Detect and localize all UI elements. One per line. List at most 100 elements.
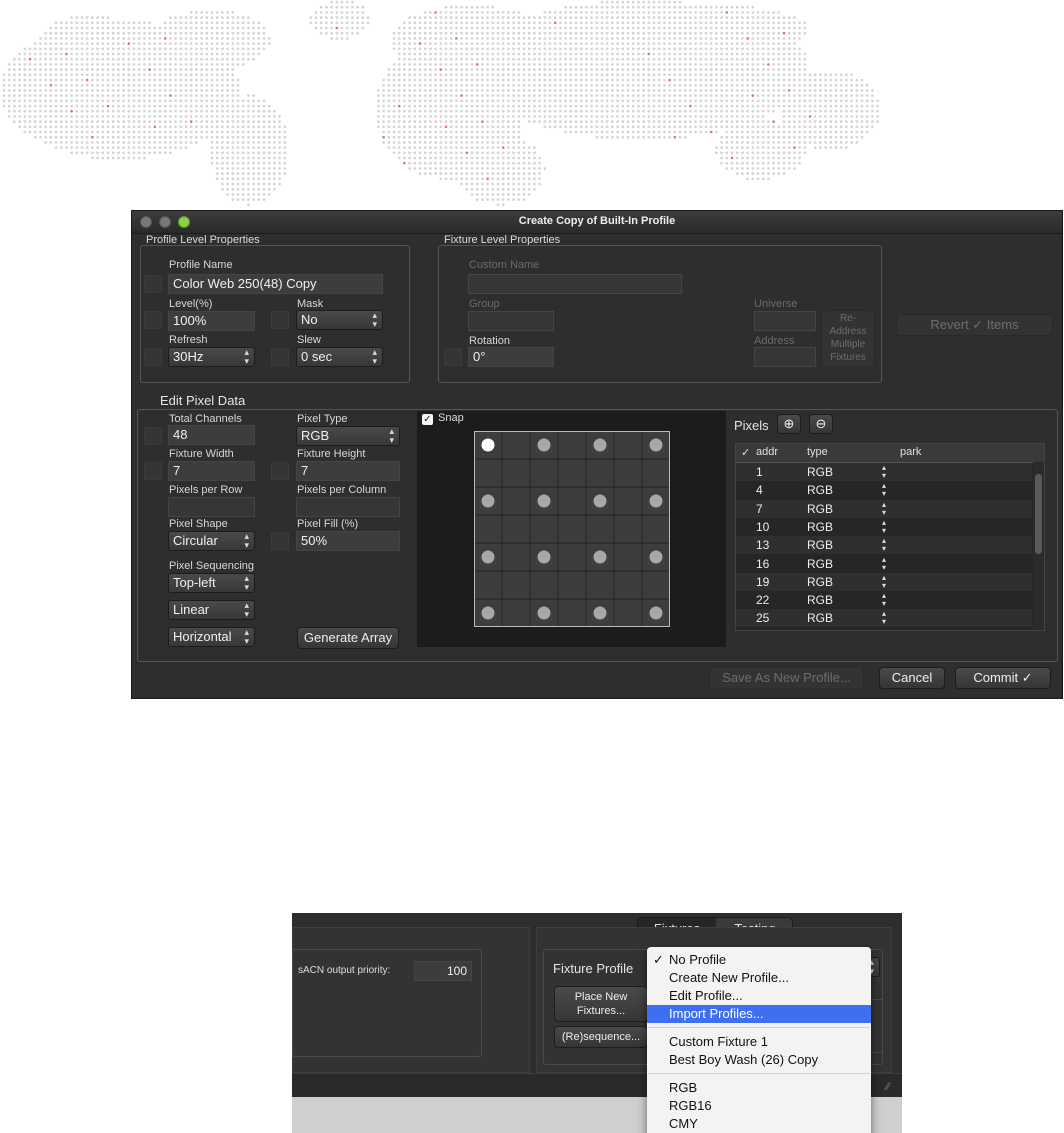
pixel-dot[interactable] <box>593 550 607 564</box>
address-field[interactable] <box>754 347 816 367</box>
scrollbar-thumb[interactable] <box>1035 474 1042 554</box>
menu-item[interactable]: RGB16 <box>647 1097 871 1115</box>
menu-item[interactable]: ✓ No Profile <box>647 951 871 969</box>
grid-cell[interactable] <box>613 458 643 488</box>
grid-cell[interactable] <box>529 458 559 488</box>
pixel-addr[interactable]: 10 <box>756 520 769 534</box>
grid-cell[interactable] <box>641 570 670 600</box>
pixel-addr[interactable]: 25 <box>756 611 769 625</box>
pixel-type[interactable]: RGB <box>807 520 833 534</box>
pixel-shape-select[interactable]: Circular ▴ ▾ <box>168 531 255 551</box>
grid-cell[interactable] <box>613 570 643 600</box>
pixels-table[interactable]: ✓ addr type park 1 RGB ▴ ▾ 4 RGB ▴ ▾ 7 RGB ▴ ▾ 10 RGB… <box>735 443 1045 631</box>
universe-field[interactable] <box>754 311 816 331</box>
mask-checkbox[interactable] <box>271 311 289 329</box>
fixture-height-field[interactable]: 7 <box>296 461 400 481</box>
grid-cell[interactable] <box>501 431 531 460</box>
grid-cell[interactable] <box>557 431 587 460</box>
column-header-park[interactable]: park <box>900 446 921 458</box>
group-field[interactable] <box>468 311 554 331</box>
menu-item[interactable]: RGB <box>647 1079 871 1097</box>
pixel-addr[interactable]: 22 <box>756 593 769 607</box>
fixture-profile-menu[interactable]: ✓ No Profile Create New Profile... Edit Pro… <box>647 947 871 1133</box>
pixel-fill-field[interactable]: 50% <box>296 531 400 551</box>
sequencing-direction-select[interactable]: Horizontal ▴ ▾ <box>168 627 255 647</box>
total-channels-field[interactable]: 48 <box>168 425 255 445</box>
pixel-dot[interactable] <box>649 438 663 452</box>
level-checkbox[interactable] <box>144 311 162 329</box>
place-new-fixtures-button[interactable]: Place New Fixtures... <box>554 986 648 1022</box>
grid-cell[interactable] <box>585 458 615 488</box>
pixel-type[interactable]: RGB <box>807 557 833 571</box>
pixels-per-column-field[interactable] <box>296 497 400 517</box>
pixel-fill-checkbox[interactable] <box>271 532 289 550</box>
grid-cell[interactable] <box>613 598 643 627</box>
grid-cell[interactable] <box>501 514 531 544</box>
pixel-dot[interactable] <box>537 550 551 564</box>
pixel-type[interactable]: RGB <box>807 593 833 607</box>
snap-checkbox[interactable]: ✓ <box>422 414 433 425</box>
grid-cell[interactable] <box>501 570 531 600</box>
resequence-button[interactable]: (Re)sequence... <box>554 1026 648 1048</box>
pixel-addr[interactable]: 13 <box>756 538 769 552</box>
pixel-type[interactable]: RGB <box>807 538 833 552</box>
slew-select[interactable]: 0 sec ▴ ▾ <box>296 347 383 367</box>
pixel-type[interactable]: RGB <box>807 483 833 497</box>
pixel-dot[interactable] <box>537 438 551 452</box>
grid-cell[interactable] <box>557 514 587 544</box>
generate-array-button[interactable]: Generate Array <box>297 627 399 649</box>
pixel-dot[interactable] <box>481 494 495 508</box>
grid-cell[interactable] <box>557 570 587 600</box>
save-as-new-profile-button[interactable]: Save As New Profile... <box>709 667 864 689</box>
refresh-select[interactable]: 30Hz ▴ ▾ <box>168 347 255 367</box>
grid-cell[interactable] <box>501 486 531 516</box>
grid-cell[interactable] <box>474 458 503 488</box>
table-row[interactable]: 22 RGB ▴ ▾ <box>736 591 1032 609</box>
grid-cell[interactable] <box>613 514 643 544</box>
pixel-type[interactable]: RGB <box>807 575 833 589</box>
pixels-per-row-field[interactable] <box>168 497 255 517</box>
rotation-checkbox[interactable] <box>444 348 462 366</box>
pixel-dot[interactable] <box>649 606 663 620</box>
pixel-addr[interactable]: 7 <box>756 502 763 516</box>
grid-cell[interactable] <box>557 486 587 516</box>
pixel-dot[interactable] <box>593 494 607 508</box>
sacn-priority-field[interactable]: 100 <box>414 961 472 981</box>
pixel-dot[interactable] <box>593 438 607 452</box>
table-row[interactable]: 10 RGB ▴ ▾ <box>736 518 1032 536</box>
grid-cell[interactable] <box>474 514 503 544</box>
table-row[interactable]: 4 RGB ▴ ▾ <box>736 481 1032 499</box>
profile-name-field[interactable]: Color Web 250(48) Copy <box>168 274 383 294</box>
table-row[interactable]: 28 RGB ▴▾ <box>736 628 1032 631</box>
grid-cell[interactable] <box>557 458 587 488</box>
grid-cell[interactable] <box>529 514 559 544</box>
sequencing-start-select[interactable]: Top-left ▴ ▾ <box>168 573 255 593</box>
grid-cell[interactable] <box>557 542 587 572</box>
commit-button[interactable]: Commit ✓ <box>955 667 1051 689</box>
menu-item[interactable]: Import Profiles... <box>647 1005 871 1023</box>
grid-cell[interactable] <box>613 542 643 572</box>
table-row[interactable]: 1 RGB ▴ ▾ <box>736 463 1032 481</box>
table-row[interactable]: 19 RGB ▴ ▾ <box>736 572 1032 591</box>
table-row[interactable]: 25 RGB ▴ ▾ <box>736 609 1032 628</box>
fixture-width-field[interactable]: 7 <box>168 461 255 481</box>
profile-name-checkbox[interactable] <box>144 275 162 293</box>
pixel-type[interactable]: RGB <box>807 465 833 479</box>
pixel-addr[interactable]: 19 <box>756 575 769 589</box>
grid-cell[interactable] <box>585 570 615 600</box>
pixel-dot[interactable] <box>481 438 495 452</box>
menu-item[interactable]: Custom Fixture 1 <box>647 1033 871 1051</box>
level-field[interactable]: 100% <box>168 311 255 331</box>
grid-cell[interactable] <box>557 598 587 627</box>
fixture-width-checkbox[interactable] <box>144 462 162 480</box>
pixel-addr[interactable]: 28 <box>756 630 769 631</box>
total-channels-checkbox[interactable] <box>144 427 162 445</box>
table-row[interactable]: 7 RGB ▴ ▾ <box>736 499 1032 518</box>
pixel-dot[interactable] <box>537 606 551 620</box>
grid-cell[interactable] <box>641 514 670 544</box>
pixel-addr[interactable]: 1 <box>756 465 763 479</box>
pixel-dot[interactable] <box>537 494 551 508</box>
grid-cell[interactable] <box>613 486 643 516</box>
pixel-addr[interactable]: 4 <box>756 483 763 497</box>
column-header-type[interactable]: type <box>807 446 828 458</box>
